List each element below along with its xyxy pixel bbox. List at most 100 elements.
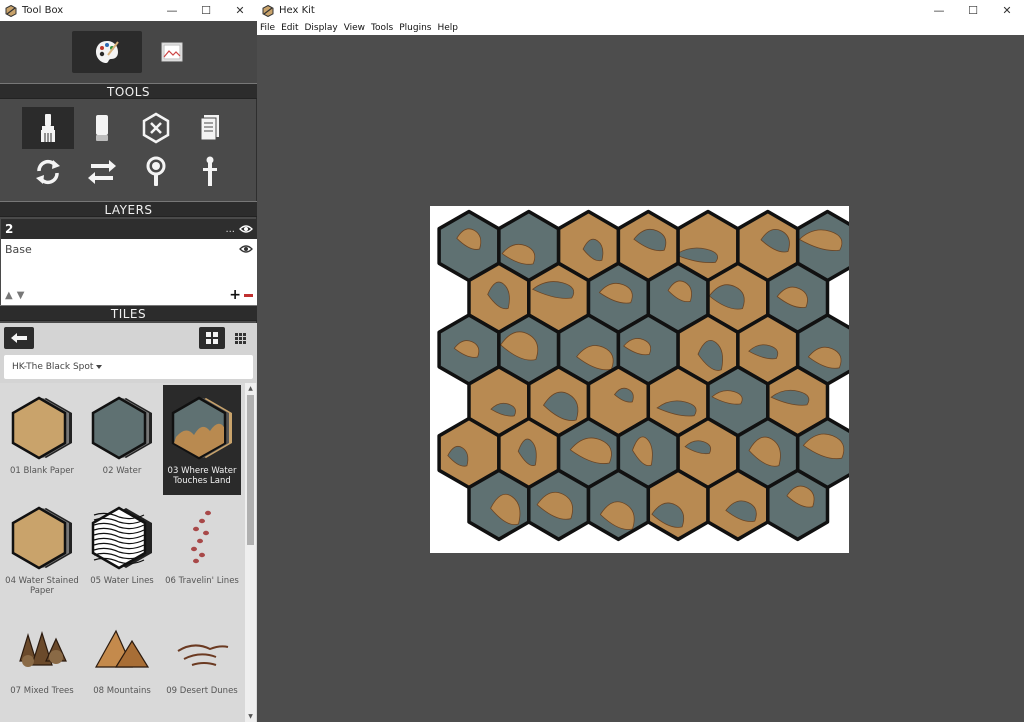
menu-tools[interactable]: Tools — [368, 23, 396, 33]
toolbox-titlebar[interactable]: Tool Box — ☐ ✕ — [0, 0, 257, 21]
tile-label: 05 Water Lines — [90, 576, 154, 586]
layer-row[interactable]: Base — [1, 239, 257, 259]
eraser-tool-button[interactable] — [76, 107, 128, 149]
layer-name[interactable]: 2 — [5, 222, 225, 236]
tile-item[interactable]: 04 Water Stained Paper — [3, 495, 81, 605]
tileset-selected-value: HK-The Black Spot — [12, 362, 94, 372]
tile-item[interactable]: 01 Blank Paper — [3, 385, 81, 495]
layers-header: LAYERS — [0, 201, 257, 217]
brush-tool-icon — [40, 114, 55, 142]
hex-tile[interactable] — [646, 468, 710, 542]
eye-icon[interactable] — [239, 244, 253, 254]
palette-mode-button[interactable] — [71, 31, 142, 73]
small-grid-view-button[interactable] — [227, 327, 253, 349]
notes-tool-icon — [200, 115, 219, 141]
tile-label: 07 Mixed Trees — [10, 686, 74, 696]
back-button[interactable] — [4, 327, 34, 349]
desktop: Tool Box — ☐ ✕ TOOLS LAYERS 2 ... Base ▲… — [0, 0, 1024, 722]
image-mode-button[interactable] — [158, 31, 186, 73]
tileset-dropdown[interactable]: HK-The Black Spot — [4, 355, 253, 379]
close-button[interactable]: ✕ — [990, 0, 1024, 21]
swap-tool-button[interactable] — [76, 151, 128, 193]
map-canvas[interactable] — [430, 206, 849, 553]
menu-help[interactable]: Help — [434, 23, 461, 33]
toolbox-window: Tool Box — ☐ ✕ TOOLS LAYERS 2 ... Base ▲… — [0, 0, 257, 722]
tile-thumbnail-icon — [191, 510, 211, 564]
notes-tool-button[interactable] — [184, 107, 236, 149]
pin-tool-button[interactable] — [184, 151, 236, 193]
minimize-button[interactable]: — — [155, 0, 189, 21]
tile-item[interactable]: 02 Water — [83, 385, 161, 495]
remove-layer-icon[interactable] — [244, 293, 253, 297]
tile-label: 06 Travelin' Lines — [165, 576, 239, 586]
tiles-area: 01 Blank Paper 02 Water 03 Where Water Tou… — [0, 383, 257, 722]
tile-item[interactable]: 03 Where Water Touches Land — [163, 385, 241, 495]
rotate-tool-icon — [35, 159, 60, 185]
tile-label: 03 Where Water Touches Land — [167, 466, 237, 486]
layer-row-active[interactable]: 2 ... — [1, 219, 257, 239]
tools-grid — [0, 101, 257, 201]
tile-thumbnail-icon — [94, 629, 150, 668]
hexkit-app-icon — [262, 4, 274, 17]
hex-map[interactable] — [430, 206, 849, 553]
hexkit-main-window: Hex Kit — ☐ ✕ File Edit Display View Too… — [257, 0, 1024, 722]
grid-large-icon — [206, 332, 218, 344]
tile-label: 04 Water Stained Paper — [5, 576, 79, 596]
layer-options-dots[interactable]: ... — [225, 224, 235, 235]
close-button[interactable]: ✕ — [223, 0, 257, 21]
tile-thumbnail-icon — [171, 396, 232, 460]
tile-item[interactable]: 07 Mixed Trees — [3, 605, 81, 715]
minimize-button[interactable]: — — [922, 0, 956, 21]
hexkit-app-icon — [5, 4, 17, 17]
chevron-down-icon — [96, 365, 103, 369]
tile-label: 09 Desert Dunes — [166, 686, 238, 696]
menu-file[interactable]: File — [257, 23, 278, 33]
layer-name[interactable]: Base — [5, 243, 239, 256]
rotate-tool-button[interactable] — [22, 151, 74, 193]
menu-view[interactable]: View — [341, 23, 368, 33]
swap-tool-icon — [87, 160, 116, 184]
scroll-up-icon[interactable]: ▲ — [245, 383, 256, 394]
scroll-down-icon[interactable]: ▼ — [245, 711, 256, 722]
tile-item[interactable]: 05 Water Lines — [83, 495, 161, 605]
magnify-tool-button[interactable] — [130, 151, 182, 193]
add-layer-icon[interactable]: + — [229, 287, 241, 303]
toolbox-title: Tool Box — [22, 5, 64, 16]
tile-item[interactable]: 09 Desert Dunes — [163, 605, 241, 715]
hex-tile[interactable] — [527, 468, 591, 542]
menu-edit[interactable]: Edit — [278, 23, 301, 33]
main-titlebar[interactable]: Hex Kit — ☐ ✕ — [257, 0, 1024, 21]
tile-label: 02 Water — [102, 466, 142, 476]
clear-hex-tool-button[interactable] — [130, 107, 182, 149]
menu-plugins[interactable]: Plugins — [396, 23, 434, 33]
tiles-scrollbar[interactable]: ▲ ▼ — [245, 383, 256, 722]
hex-tile[interactable] — [706, 468, 770, 542]
scroll-thumb[interactable] — [247, 395, 254, 545]
tile-item[interactable]: 06 Travelin' Lines — [163, 495, 241, 605]
menu-display[interactable]: Display — [302, 23, 341, 33]
eye-icon[interactable] — [239, 224, 253, 234]
mode-switcher — [0, 21, 257, 83]
move-layer-down-icon[interactable]: ▼ — [17, 290, 230, 301]
brush-tool-button[interactable] — [21, 107, 74, 149]
eraser-tool-icon — [95, 115, 108, 141]
image-icon — [161, 42, 182, 62]
layers-footer: ▲ ▼ + — [1, 285, 257, 305]
tile-label: 08 Mountains — [93, 686, 151, 696]
maximize-button[interactable]: ☐ — [956, 0, 990, 21]
clear-hex-tool-icon — [142, 112, 169, 144]
magnify-tool-icon — [146, 156, 165, 186]
main-title: Hex Kit — [279, 5, 315, 16]
layers-panel: 2 ... Base ▲ ▼ + — [1, 219, 257, 305]
tile-thumbnail-icon — [11, 506, 72, 570]
maximize-button[interactable]: ☐ — [189, 0, 223, 21]
move-layer-up-icon[interactable]: ▲ — [5, 290, 13, 301]
hex-tile[interactable] — [766, 468, 830, 542]
hex-tile[interactable] — [586, 468, 651, 542]
tile-grid: 01 Blank Paper 02 Water 03 Where Water Tou… — [3, 385, 243, 715]
hex-tile[interactable] — [467, 468, 531, 542]
large-grid-view-button[interactable] — [199, 327, 225, 349]
pin-tool-icon — [202, 156, 217, 186]
arrow-left-icon — [11, 333, 27, 343]
tile-item[interactable]: 08 Mountains — [83, 605, 161, 715]
